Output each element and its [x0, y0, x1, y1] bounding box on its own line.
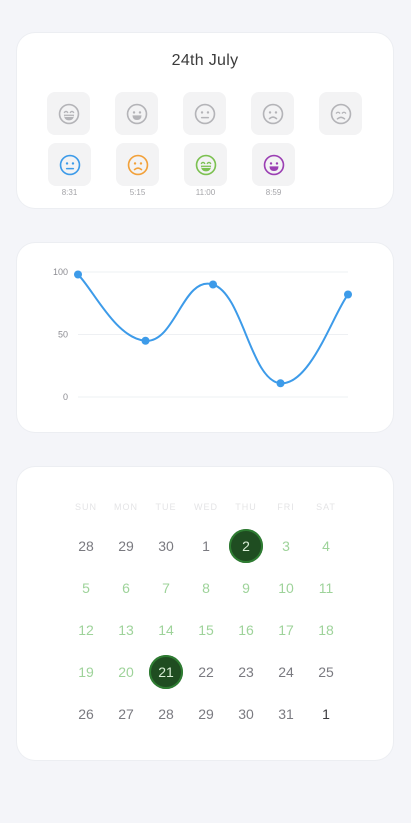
calendar-day[interactable]: 23	[229, 655, 263, 689]
weekday-fri: FRI	[277, 502, 295, 512]
calendar-day[interactable]: 24	[269, 655, 303, 689]
calendar-day[interactable]: 20	[109, 655, 143, 689]
sad-face-icon	[262, 103, 284, 125]
y-tick-label: 50	[58, 330, 68, 340]
calendar-day[interactable]: 17	[269, 613, 303, 647]
date-title: 24th July	[171, 52, 239, 69]
weekday-wed: WED	[194, 502, 218, 512]
calendar-day[interactable]: 25	[309, 655, 343, 689]
weekday-sun: SUN	[74, 502, 97, 512]
calendar-day[interactable]: 16	[229, 613, 263, 647]
weekday-tue: TUE	[155, 502, 177, 512]
weekday-sat: SAT	[316, 502, 336, 512]
sad-face-icon	[127, 154, 149, 176]
data-point[interactable]	[141, 336, 150, 345]
laughing-face-icon	[195, 154, 217, 176]
calendar-day[interactable]: 3	[269, 529, 303, 563]
mood-entry-time: 8:59	[265, 188, 282, 197]
calendar-day[interactable]: 26	[69, 697, 103, 731]
calendar-day[interactable]: 5	[69, 571, 103, 605]
calendar-day[interactable]: 22	[189, 655, 223, 689]
laughing-face-icon	[58, 103, 80, 125]
mood-entry-time: 8:31	[61, 188, 78, 197]
grinning-face-icon	[263, 154, 285, 176]
calendar-day[interactable]: 7	[149, 571, 183, 605]
calendar-day[interactable]: 1	[309, 697, 343, 731]
neutral-face-icon	[59, 154, 81, 176]
calendar-day[interactable]: 1	[189, 529, 223, 563]
mood-entry[interactable]	[252, 143, 295, 186]
data-point[interactable]	[276, 379, 285, 388]
mood-option-laughing-face[interactable]	[47, 92, 90, 135]
mood-option-crying-face[interactable]	[319, 92, 362, 135]
calendar-day[interactable]: 30	[149, 529, 183, 563]
weekday-thu: THU	[235, 502, 257, 512]
crying-face-icon	[330, 103, 352, 125]
calendar-day[interactable]: 11	[309, 571, 343, 605]
calendar-day[interactable]: 9	[229, 571, 263, 605]
mood-entry-time: 11:00	[195, 188, 216, 197]
calendar-day[interactable]: 29	[189, 697, 223, 731]
mood-entry[interactable]	[48, 143, 91, 186]
mood-option-sad-face[interactable]	[251, 92, 294, 135]
calendar-day[interactable]: 15	[189, 613, 223, 647]
calendar-day[interactable]: 28	[149, 697, 183, 731]
y-tick-label: 0	[63, 392, 68, 402]
mood-option-neutral-face[interactable]	[183, 92, 226, 135]
series-line	[77, 273, 349, 385]
calendar-day-selected[interactable]: 21	[149, 655, 183, 689]
mood-line-chart: 100 50 0	[53, 267, 352, 402]
calendar-day[interactable]: 19	[69, 655, 103, 689]
calendar-day[interactable]: 14	[149, 613, 183, 647]
neutral-face-icon	[194, 103, 216, 125]
calendar-day[interactable]: 13	[109, 613, 143, 647]
mood-entry-time: 5:15	[129, 188, 146, 197]
calendar-day[interactable]: 10	[269, 571, 303, 605]
mood-option-grinning-face[interactable]	[115, 92, 158, 135]
data-point[interactable]	[74, 270, 82, 279]
weekday-mon: MON	[114, 502, 138, 512]
calendar-day[interactable]: 27	[109, 697, 143, 731]
calendar-day[interactable]: 29	[109, 529, 143, 563]
grinning-face-icon	[126, 103, 148, 125]
calendar-day[interactable]: 8	[189, 571, 223, 605]
data-point[interactable]	[209, 280, 217, 289]
chart-card: 100 50 0	[17, 243, 393, 432]
calendar-day-selected[interactable]: 2	[229, 529, 263, 563]
calendar-day[interactable]: 31	[269, 697, 303, 731]
calendar-card: SUN MON TUE WED THU FRI SAT 28 29 30 1 2 3 4 5 6 7 8 9 10 1…	[17, 467, 393, 760]
y-tick-label: 100	[53, 267, 68, 277]
mood-entry[interactable]	[116, 143, 159, 186]
mood-card: 24th July 8:31 5:15 11:00 8:59	[17, 33, 393, 208]
mood-entry[interactable]	[184, 143, 227, 186]
calendar-day[interactable]: 6	[109, 571, 143, 605]
calendar-day[interactable]: 18	[309, 613, 343, 647]
calendar-day[interactable]: 12	[69, 613, 103, 647]
calendar-day[interactable]: 30	[229, 697, 263, 731]
data-point[interactable]	[344, 290, 352, 299]
calendar-day[interactable]: 4	[309, 529, 343, 563]
calendar-day[interactable]: 28	[69, 529, 103, 563]
